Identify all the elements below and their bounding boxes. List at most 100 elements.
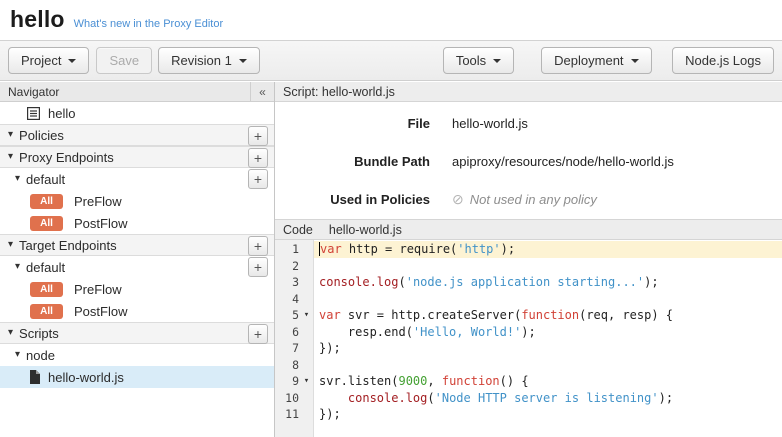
project-menu-button[interactable]: Project <box>8 47 89 74</box>
chevron-down-icon <box>68 59 76 63</box>
nav-item-label: default <box>26 260 65 275</box>
revision-menu-button[interactable]: Revision 1 <box>158 47 260 74</box>
nav-item-label: Scripts <box>19 326 59 341</box>
nav-item-postflow[interactable]: All PostFlow <box>0 300 274 322</box>
save-button[interactable]: Save <box>96 47 152 74</box>
navigator-tree: hello ▾ Policies + ▾ Proxy Endpoints + ▾ default… <box>0 102 274 437</box>
add-button[interactable]: + <box>248 148 268 168</box>
add-button[interactable]: + <box>248 236 268 256</box>
code-text[interactable] <box>314 291 782 308</box>
add-button[interactable]: + <box>248 169 268 189</box>
nav-item-label: default <box>26 172 65 187</box>
nav-item-preflow[interactable]: AllPreFlow <box>0 190 274 212</box>
code-line-10[interactable]: 10 console.log('Node HTTP server is list… <box>275 390 782 407</box>
code-text[interactable]: resp.end('Hello, World!'); <box>314 324 782 341</box>
code-line-2[interactable]: 2 <box>275 258 782 275</box>
add-button[interactable]: + <box>248 126 268 146</box>
flow-condition-badge: All <box>30 216 63 231</box>
code-line-5[interactable]: 5▾var svr = http.createServer(function(r… <box>275 307 782 324</box>
used-in-policies-label: Used in Policies <box>275 192 430 207</box>
used-in-policies-row: Used in Policies ⊘ Not used in any polic… <box>275 180 782 218</box>
main-split: Navigator « hello ▾ Policies + ▾ Proxy Endpoi… <box>0 82 782 437</box>
whats-new-link[interactable]: What's new in the Proxy Editor <box>74 18 223 30</box>
code-text[interactable]: }); <box>314 340 782 357</box>
bundle-path-row: Bundle Path apiproxy/resources/node/hell… <box>275 142 782 180</box>
flow-condition-badge: All <box>30 304 63 319</box>
code-text[interactable] <box>314 357 782 374</box>
file-label: File <box>275 116 430 131</box>
nav-item-hello-world-js[interactable]: hello-world.js <box>0 366 274 388</box>
code-editor[interactable]: 1var http = require('http');23console.lo… <box>275 240 782 437</box>
line-number: 1 <box>275 241 314 258</box>
code-line-6[interactable]: 6 resp.end('Hello, World!'); <box>275 324 782 341</box>
code-file-name: hello-world.js <box>329 223 402 237</box>
line-number: 7 <box>275 340 314 357</box>
code-line-3[interactable]: 3console.log('node.js application starti… <box>275 274 782 291</box>
nav-item-preflow[interactable]: AllPreFlow <box>0 278 274 300</box>
disclosure-triangle-icon[interactable]: ▾ <box>15 350 20 360</box>
add-button[interactable]: + <box>248 257 268 277</box>
nav-item-proxy-endpoints[interactable]: ▾ Proxy Endpoints + <box>0 146 274 168</box>
nodejs-logs-button[interactable]: Node.js Logs <box>672 47 774 74</box>
line-number: 2 <box>275 258 314 275</box>
used-in-policies-text: Not used in any policy <box>470 192 597 207</box>
script-details: File hello-world.js Bundle Path apiproxy… <box>275 102 782 219</box>
disclosure-triangle-icon[interactable]: ▾ <box>8 328 13 338</box>
overview-icon <box>27 107 40 120</box>
code-line-7[interactable]: 7}); <box>275 340 782 357</box>
deployment-menu-button[interactable]: Deployment <box>541 47 651 74</box>
nav-item-label: PostFlow <box>74 304 127 319</box>
bundle-path-label: Bundle Path <box>275 154 430 169</box>
nav-item-default[interactable]: ▾ default + <box>0 168 274 190</box>
navigator-title: Navigator <box>0 85 250 99</box>
code-text[interactable]: }); <box>314 406 782 423</box>
file-value: hello-world.js <box>452 116 528 131</box>
disclosure-triangle-icon[interactable]: ▾ <box>8 152 13 162</box>
code-lines: 1var http = require('http');23console.lo… <box>275 240 782 423</box>
broken-link-icon: ⊘ <box>452 191 464 208</box>
code-text[interactable]: console.log('node.js application startin… <box>314 274 782 291</box>
line-number: 11 <box>275 406 314 423</box>
nav-item-default[interactable]: ▾ default + <box>0 256 274 278</box>
navigator-header: Navigator « <box>0 82 274 102</box>
disclosure-triangle-icon[interactable]: ▾ <box>15 174 20 184</box>
nav-item-postflow[interactable]: AllPostFlow <box>0 212 274 234</box>
code-text[interactable]: console.log('Node HTTP server is listeni… <box>314 390 782 407</box>
proxy-editor-window: hello What's new in the Proxy Editor Pro… <box>0 0 782 437</box>
code-section-header: Code hello-world.js <box>275 219 782 240</box>
file-icon <box>29 370 40 384</box>
nav-item-label: Proxy Endpoints <box>19 150 114 165</box>
code-text[interactable]: var http = require('http'); <box>314 241 782 258</box>
nav-item-node[interactable]: ▾node <box>0 344 274 366</box>
code-line-1[interactable]: 1var http = require('http'); <box>275 241 782 258</box>
script-panel-title: Script: hello-world.js <box>283 85 395 99</box>
code-line-11[interactable]: 11}); <box>275 406 782 423</box>
script-detail-panel: Script: hello-world.js File hello-world.… <box>275 82 782 437</box>
code-text[interactable]: var svr = http.createServer(function(req… <box>314 307 782 324</box>
disclosure-triangle-icon[interactable]: ▾ <box>8 130 13 140</box>
code-text[interactable]: svr.listen(9000, function() { <box>314 373 782 390</box>
collapse-navigator-button[interactable]: « <box>250 82 274 101</box>
code-line-8[interactable]: 8 <box>275 357 782 374</box>
line-number: 6 <box>275 324 314 341</box>
nav-item-scripts[interactable]: ▾ Scripts + <box>0 322 274 344</box>
tools-menu-button[interactable]: Tools <box>443 47 514 74</box>
code-text[interactable] <box>314 258 782 275</box>
code-line-9[interactable]: 9▾svr.listen(9000, function() { <box>275 373 782 390</box>
fold-arrow-icon[interactable]: ▾ <box>299 373 314 390</box>
line-number: 4 <box>275 291 314 308</box>
project-menu-label: Project <box>21 53 61 68</box>
chevron-down-icon <box>239 59 247 63</box>
disclosure-triangle-icon[interactable]: ▾ <box>8 240 13 250</box>
nav-item-hello[interactable]: hello <box>0 102 274 124</box>
code-line-4[interactable]: 4 <box>275 291 782 308</box>
disclosure-triangle-icon[interactable]: ▾ <box>15 262 20 272</box>
deployment-menu-label: Deployment <box>554 53 623 68</box>
fold-arrow-icon[interactable]: ▾ <box>299 307 314 324</box>
line-number: 8 <box>275 357 314 374</box>
nav-item-policies[interactable]: ▾ Policies + <box>0 124 274 146</box>
nav-item-target-endpoints[interactable]: ▾Target Endpoints+ <box>0 234 274 256</box>
add-button[interactable]: + <box>248 324 268 344</box>
line-number: 9▾ <box>275 373 314 390</box>
nav-item-label: Policies <box>19 128 64 143</box>
